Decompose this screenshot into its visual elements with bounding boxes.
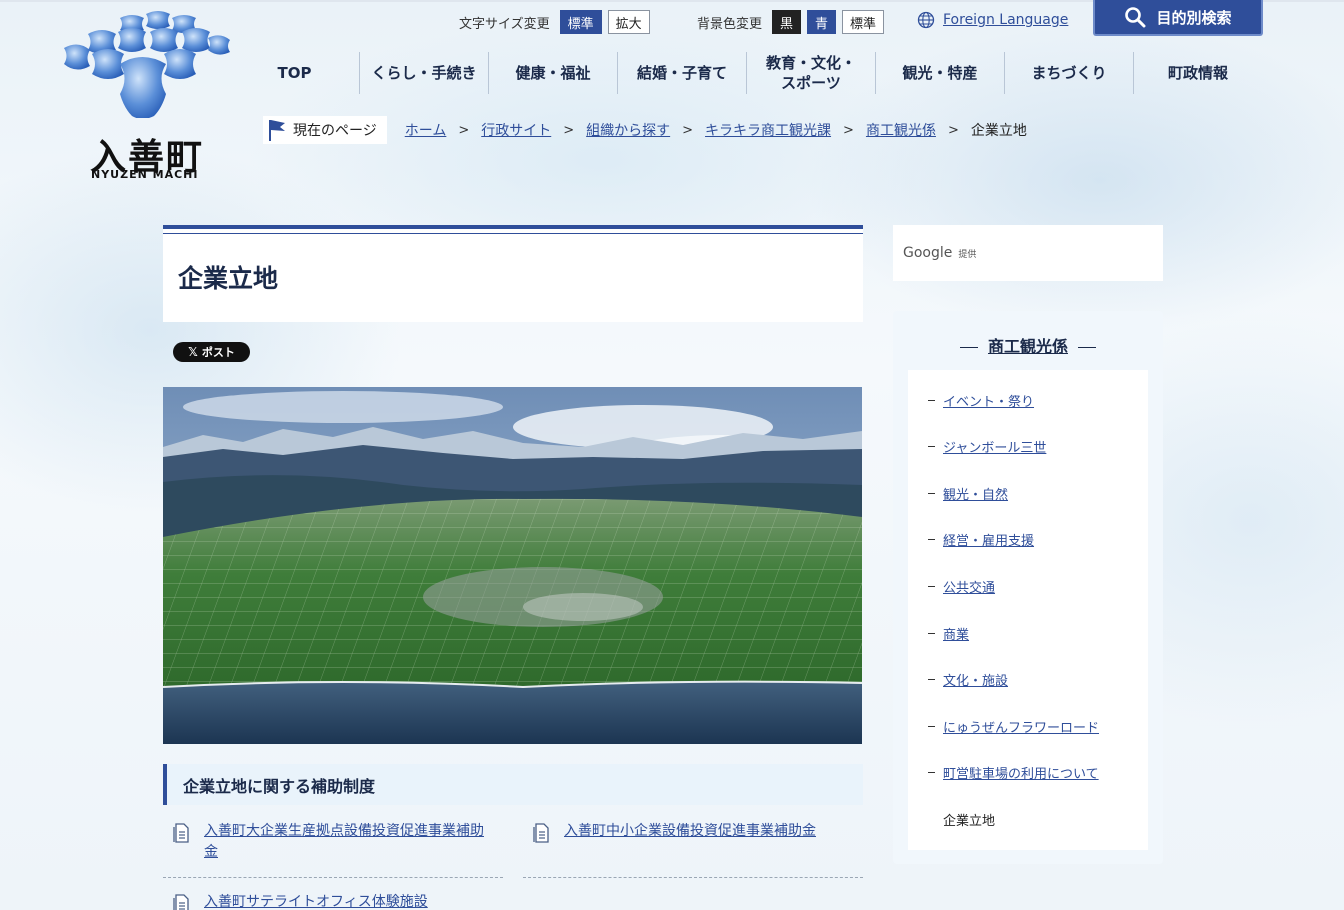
bg-standard-button[interactable]: 標準 [842,10,885,34]
sidebar-item-label[interactable]: 経営・雇用支援 [943,530,1034,549]
title-bar [1078,347,1096,348]
document-icon [173,894,189,910]
breadcrumb-separator: > [682,122,694,138]
sidebar-item-label[interactable]: 文化・施設 [943,670,1008,689]
nav-item-town-planning[interactable]: まちづくり [1004,52,1133,94]
sidebar-item-label[interactable]: イベント・祭り [943,391,1034,410]
google-brand: Google [903,245,953,261]
sidebar-item-label[interactable]: 町営駐車場の利用について [943,763,1099,782]
purpose-search-label: 目的別検索 [1156,8,1232,27]
section-heading: 企業立地に関する補助制度 [163,764,863,805]
breadcrumb-separator: > [458,122,470,138]
aerial-photo [163,387,862,744]
page-title-box: 企業立地 [163,225,863,322]
foreign-language: Foreign Language [917,11,1068,29]
breadcrumb-current: 企業立地 [970,123,1027,139]
nav-item-health[interactable]: 健康・福祉 [488,52,617,94]
satellite-office-link[interactable]: 入善町サテライトオフィス体験施設 [173,892,573,910]
sidebar-item-flower-road[interactable]: にゅうぜんフラワーロード [928,717,1099,736]
subsidy-link-large-enterprise-text[interactable]: 入善町大企業生産拠点設備投資促進事業補助金 [204,821,493,863]
document-icon [173,823,189,843]
font-size-label: 文字サイズ変更 [459,16,550,32]
dash-icon [928,446,935,447]
sidebar-item-label[interactable]: ジャンボール三世 [943,437,1046,456]
sidebar-item-sightseeing[interactable]: 観光・自然 [928,484,1008,503]
aerial-landscape-image [163,387,862,744]
nav-item-tourism[interactable]: 観光・特産 [875,52,1004,94]
background-color-control: 背景色変更 黒 青 標準 [697,9,890,35]
satellite-office-link-text[interactable]: 入善町サテライトオフィス体験施設 [204,892,428,910]
sidebar-item-jumboru[interactable]: ジャンボール三世 [928,437,1046,456]
sidebar-item-label[interactable]: にゅうぜんフラワーロード [943,717,1099,736]
breadcrumb-home[interactable]: ホーム [405,120,447,140]
font-size-standard-button[interactable]: 標準 [559,10,602,34]
foreign-language-link[interactable]: Foreign Language [943,12,1068,28]
subsidy-link-sme[interactable]: 入善町中小企業設備投資促進事業補助金 [533,821,853,843]
sidebar-list: イベント・祭り ジャンボール三世 観光・自然 経営・雇用支援 公共交通 商業 文… [908,370,1148,850]
page-title: 企業立地 [178,264,279,293]
breadcrumb-separator: > [563,122,575,138]
sidebar-item-business-support[interactable]: 経営・雇用支援 [928,530,1034,549]
divider [163,877,503,878]
sidebar-title: 商工観光係 [893,333,1163,357]
breadcrumb-separator: > [843,122,854,138]
logo-subtitle: NYUZEN MACHI [91,168,199,181]
bg-black-button[interactable]: 黒 [772,10,802,34]
breadcrumb: 現在のページ ホーム > 行政サイト > 組織から探す > キラキラ商工観光課 … [263,116,1027,144]
divider [523,877,863,878]
sidebar-item-label[interactable]: 観光・自然 [943,484,1008,503]
flag-icon [269,120,285,141]
search-icon [1125,7,1146,28]
global-nav: TOP くらし・手続き 健康・福祉 結婚・子育て 教育・文化・ スポーツ 観光・… [230,52,1262,94]
breadcrumb-admin-site[interactable]: 行政サイト [481,120,551,140]
dash-icon [928,772,935,773]
dash-icon [928,493,935,494]
globe-icon [917,11,935,29]
subsidy-link-sme-text[interactable]: 入善町中小企業設備投資促進事業補助金 [564,821,816,842]
current-page-label: 現在のページ [263,116,387,144]
bg-color-label: 背景色変更 [697,16,763,32]
google-provided: 提供 [958,249,977,260]
google-search-box[interactable]: Google 提供 [893,225,1163,281]
nav-item-living[interactable]: くらし・手続き [359,52,488,94]
dash-icon [928,726,935,727]
sidebar-item-culture[interactable]: 文化・施設 [928,670,1008,689]
breadcrumb-by-organization[interactable]: 組織から探す [586,120,670,140]
font-size-large-button[interactable]: 拡大 [607,10,650,34]
sidebar-menu: 商工観光係 イベント・祭り ジャンボール三世 観光・自然 経営・雇用支援 公共交… [893,311,1163,864]
sidebar-item-label[interactable]: 商業 [943,624,969,643]
current-page-text: 現在のページ [293,123,377,139]
x-logo-icon: 𝕏 [188,345,198,359]
sidebar-item-public-transport[interactable]: 公共交通 [928,577,995,596]
breadcrumb-separator: > [947,122,959,138]
sidebar-item-label[interactable]: 公共交通 [943,577,995,596]
x-post-label: ポスト [201,346,235,359]
sidebar-item-current: 企業立地 [943,814,996,829]
dash-icon [928,679,935,680]
dash-icon [928,586,935,587]
title-bar [959,347,978,348]
sidebar-title-link[interactable]: 商工観光係 [988,337,1068,356]
bg-blue-button[interactable]: 青 [807,10,837,34]
document-icon [533,823,549,843]
dash-icon [928,633,935,634]
breadcrumb-department[interactable]: キラキラ商工観光課 [705,120,831,140]
nav-item-top[interactable]: TOP [230,52,359,94]
breadcrumb-section[interactable]: 商工観光係 [866,120,936,140]
dash-icon [928,539,935,540]
logo-mark-icon [64,11,230,118]
subsidy-link-large-enterprise[interactable]: 入善町大企業生産拠点設備投資促進事業補助金 [173,821,493,863]
sidebar-item-commerce[interactable]: 商業 [928,624,969,643]
purpose-search-button[interactable]: 目的別検索 [1093,0,1263,36]
site-logo[interactable]: 入善町 NYUZEN MACHI [58,8,238,184]
font-size-control: 文字サイズ変更 標準 拡大 [459,9,656,35]
nav-item-education[interactable]: 教育・文化・ スポーツ [746,52,875,94]
nav-item-childcare[interactable]: 結婚・子育て [617,52,746,94]
x-post-button[interactable]: 𝕏 ポスト [173,342,250,362]
nav-item-administration[interactable]: 町政情報 [1133,52,1262,94]
dash-icon [928,400,935,401]
sidebar-item-parking[interactable]: 町営駐車場の利用について [928,763,1099,782]
sidebar-item-events[interactable]: イベント・祭り [928,391,1034,410]
